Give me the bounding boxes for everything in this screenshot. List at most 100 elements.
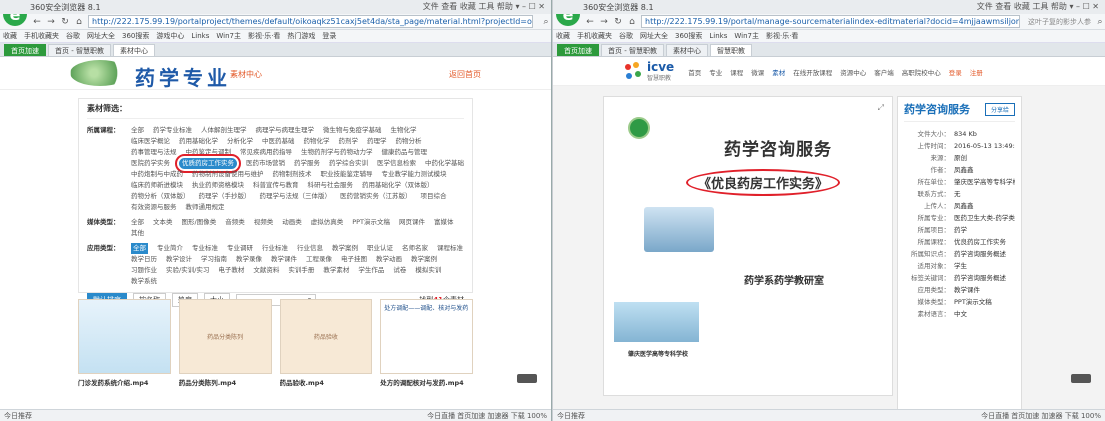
course-option[interactable]: 药理学 [367,136,387,147]
course-option[interactable]: 执业药师资格模块 [192,180,244,191]
app-option[interactable]: 教学案例 [332,243,358,254]
app-option[interactable]: 实训手册 [288,265,314,276]
card-title[interactable]: 药品验收.mp4 [280,377,373,387]
nav-client[interactable]: 客户端 [874,67,894,77]
menu-labels[interactable]: 文件 查看 收藏 工具 帮助 [977,2,1067,11]
card-title[interactable]: 处方的调配核对与发药.mp4 [380,377,473,387]
refresh-icon[interactable]: ↻ [613,17,623,27]
video-thumbnail[interactable]: 药品分类陈列 [178,299,272,374]
course-option[interactable]: 分析化学 [227,136,253,147]
bookmark-item[interactable]: 360搜索 [675,31,702,41]
course-option[interactable]: 职业技能鉴定辅导 [321,169,373,180]
forward-icon[interactable]: → [599,17,609,27]
course-option[interactable]: 病理学与病理生理学 [256,125,315,136]
course-option[interactable]: 人体解剖生理学 [201,125,247,136]
app-option[interactable]: 专业简介 [157,243,183,254]
tab-icve[interactable]: 智慧职教 [709,44,752,56]
bookmark-item[interactable]: 谷歌 [619,31,633,41]
video-thumbnail[interactable]: 处方调配——调配、核对与发药 [380,299,473,374]
media-option[interactable]: 图形/图像类 [182,217,217,228]
app-option[interactable]: 教学录像 [236,254,262,265]
bookmark-item[interactable]: Win7主 [216,31,241,41]
app-option[interactable]: 电子挂图 [341,254,367,265]
bookmark-item[interactable]: 360搜索 [122,31,149,41]
media-option[interactable]: 虚拟仿真类 [311,217,344,228]
bookmark-item[interactable]: 影视·乐·看 [248,31,280,41]
course-option[interactable]: 临床药师新进模块 [131,180,183,191]
nav-home[interactable]: 首页 [688,67,701,77]
media-option[interactable]: 音频类 [225,217,245,228]
bookmark-item[interactable]: 网址大全 [87,31,115,41]
fullscreen-icon[interactable]: ⤢ [878,103,884,113]
material-card[interactable]: 药品分类陈列 药品分类陈列.mp4 [178,299,272,387]
bookmark-item[interactable]: 手机收藏夹 [577,31,612,41]
status-recommend[interactable]: 今日推荐 [4,411,32,421]
bookmark-item[interactable]: 登录 [322,31,336,41]
window-controls[interactable]: 文件 查看 收藏 工具 帮助 ▾ – ☐ ✕ [977,1,1099,12]
course-option[interactable]: 药物分析 [396,136,422,147]
search-suggestion[interactable]: 这叶子复的影步人参 [1028,17,1091,27]
media-option[interactable]: 富媒体 [434,217,454,228]
course-option[interactable]: 临床医学概论 [131,136,170,147]
course-option[interactable]: 项目综合 [421,191,447,202]
course-option[interactable]: 药学综合实训 [329,158,368,169]
nav-course[interactable]: 课程 [730,67,743,77]
course-option[interactable]: 优质药房工作实务 [175,154,241,173]
tab-speedup[interactable]: 首页加速 [557,44,599,56]
card-title[interactable]: 门诊发药系统介绍.mp4 [78,377,171,387]
course-option[interactable]: 医院药学实务 [131,158,170,169]
bookmark-item[interactable]: 收藏 [556,31,570,41]
course-option[interactable]: 药物化学 [304,136,330,147]
nav-login[interactable]: 登录 [949,67,962,77]
tab-home[interactable]: 首页 - 智慧职教 [48,44,111,56]
bookmark-item[interactable]: 游戏中心 [156,31,184,41]
material-card[interactable]: 门诊发药系统介绍.mp4 [78,299,171,387]
app-option[interactable]: 教学动画 [376,254,402,265]
bookmark-item[interactable]: 手机收藏夹 [24,31,59,41]
status-tools[interactable]: 今日直播 首页加速 加速器 下载 100% [427,411,547,421]
nav-microcourse[interactable]: 微课 [751,67,764,77]
tab-material-center[interactable]: 素材中心 [112,44,155,56]
app-option[interactable]: 职业认证 [367,243,393,254]
nav-major[interactable]: 专业 [709,67,722,77]
app-option[interactable]: 教学系统 [131,276,157,287]
window-controls[interactable]: 文件 查看 收藏 工具 帮助 ▾ – ☐ ✕ [423,1,545,12]
refresh-icon[interactable]: ↻ [60,17,70,27]
url-input[interactable]: http://222.175.99.19/portal/manage-sourc… [641,15,1020,28]
back-icon[interactable]: ← [585,17,595,27]
nav-material[interactable]: 素材 [772,67,785,77]
tab-material-center[interactable]: 素材中心 [665,44,708,56]
course-option[interactable]: 药理学与法规（三体版） [260,191,332,202]
tab-speedup[interactable]: 首页加速 [4,44,46,56]
bookmark-item[interactable]: Links [191,32,209,40]
course-option[interactable]: 药用基础化学（双体版） [362,180,434,191]
nav-resource[interactable]: 资源中心 [840,67,866,77]
app-option[interactable]: 实验/实训/实习 [166,265,209,276]
course-option[interactable]: 药用基础化学 [179,136,218,147]
app-option[interactable]: 工程录像 [306,254,332,265]
course-option[interactable]: 药学专业标准 [153,125,192,136]
app-option[interactable]: 行业标准 [262,243,288,254]
tab-home[interactable]: 首页 - 智慧职教 [601,44,664,56]
app-option[interactable]: 教学设计 [166,254,192,265]
app-option[interactable]: 行业信息 [297,243,323,254]
video-thumbnail[interactable]: 药品验收 [279,299,373,374]
media-option[interactable]: PPT演示文稿 [352,217,390,228]
app-option[interactable]: 电子教材 [218,265,244,276]
bookmark-item[interactable]: 网址大全 [640,31,668,41]
app-option[interactable]: 习题作业 [131,265,157,276]
app-option[interactable]: 文献资料 [253,265,279,276]
nav-school[interactable]: 高职院校中心 [902,67,941,77]
app-option[interactable]: 专业调研 [227,243,253,254]
app-option[interactable]: 教学素材 [323,265,349,276]
floating-toolbar[interactable] [517,374,537,383]
media-option[interactable]: 其他 [131,228,144,239]
course-option[interactable]: 药事管理与法规 [131,147,177,158]
bookmark-item[interactable]: 影视·乐·看 [766,31,798,41]
course-option[interactable]: 微生物与免疫学基础 [323,125,382,136]
slide-preview[interactable]: ⤢ 药学咨询服务 《优良药房工作实务》 药学系药学教研室 肇庆医学高等专科学校 [603,96,893,396]
material-card[interactable]: 药品验收药品验收.mp4 [279,299,373,387]
course-option[interactable]: 有效资源与服务 [131,202,177,213]
app-option[interactable]: 学生作品 [358,265,384,276]
bookmark-item[interactable]: Links [709,32,727,40]
